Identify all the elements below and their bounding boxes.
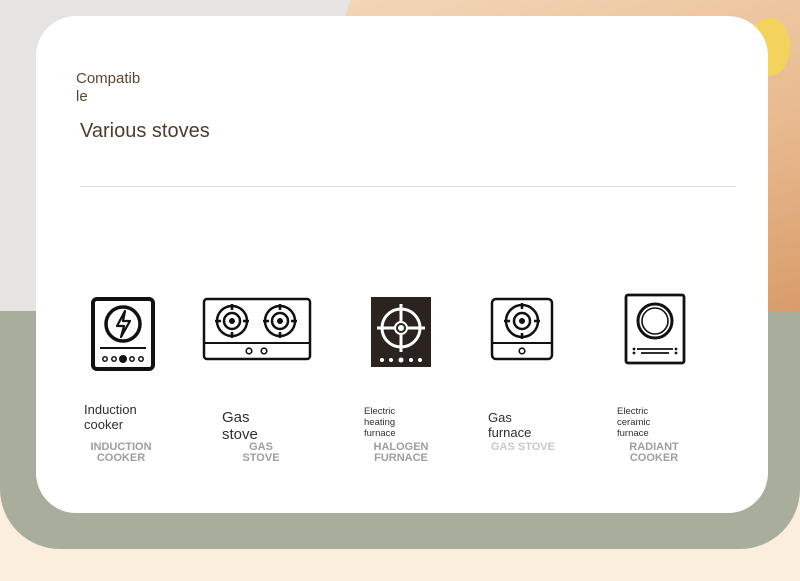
- stove-name: Gas furnace: [488, 410, 532, 440]
- stove-name: Electric ceramic furnace: [617, 406, 651, 439]
- stove-name: Electric heating furnace: [364, 406, 396, 439]
- stove-compatibility-card: Compatib le Various stoves Induction coo…: [36, 16, 768, 513]
- stove-english-label: GAS STOVE: [491, 441, 555, 453]
- stove-english-label: HALOGEN FURNACE: [373, 441, 429, 464]
- page-title: Various stoves: [80, 120, 210, 142]
- stove-english-label: INDUCTION COOKER: [90, 441, 152, 464]
- halogen-furnace-icon: [371, 297, 431, 367]
- stove-name: Gas stove: [222, 409, 258, 443]
- divider: [80, 186, 736, 187]
- stove-english-label: RADIANT COOKER: [629, 441, 679, 464]
- radiant-cooker-icon: [624, 293, 686, 365]
- double-gas-stove-icon: [202, 297, 312, 361]
- stove-name: Induction cooker: [84, 402, 137, 432]
- single-gas-stove-icon: [490, 297, 554, 361]
- induction-cooker-icon: [91, 297, 155, 371]
- stove-english-label: GAS STOVE: [242, 441, 280, 464]
- compatible-label: Compatib le: [76, 70, 141, 105]
